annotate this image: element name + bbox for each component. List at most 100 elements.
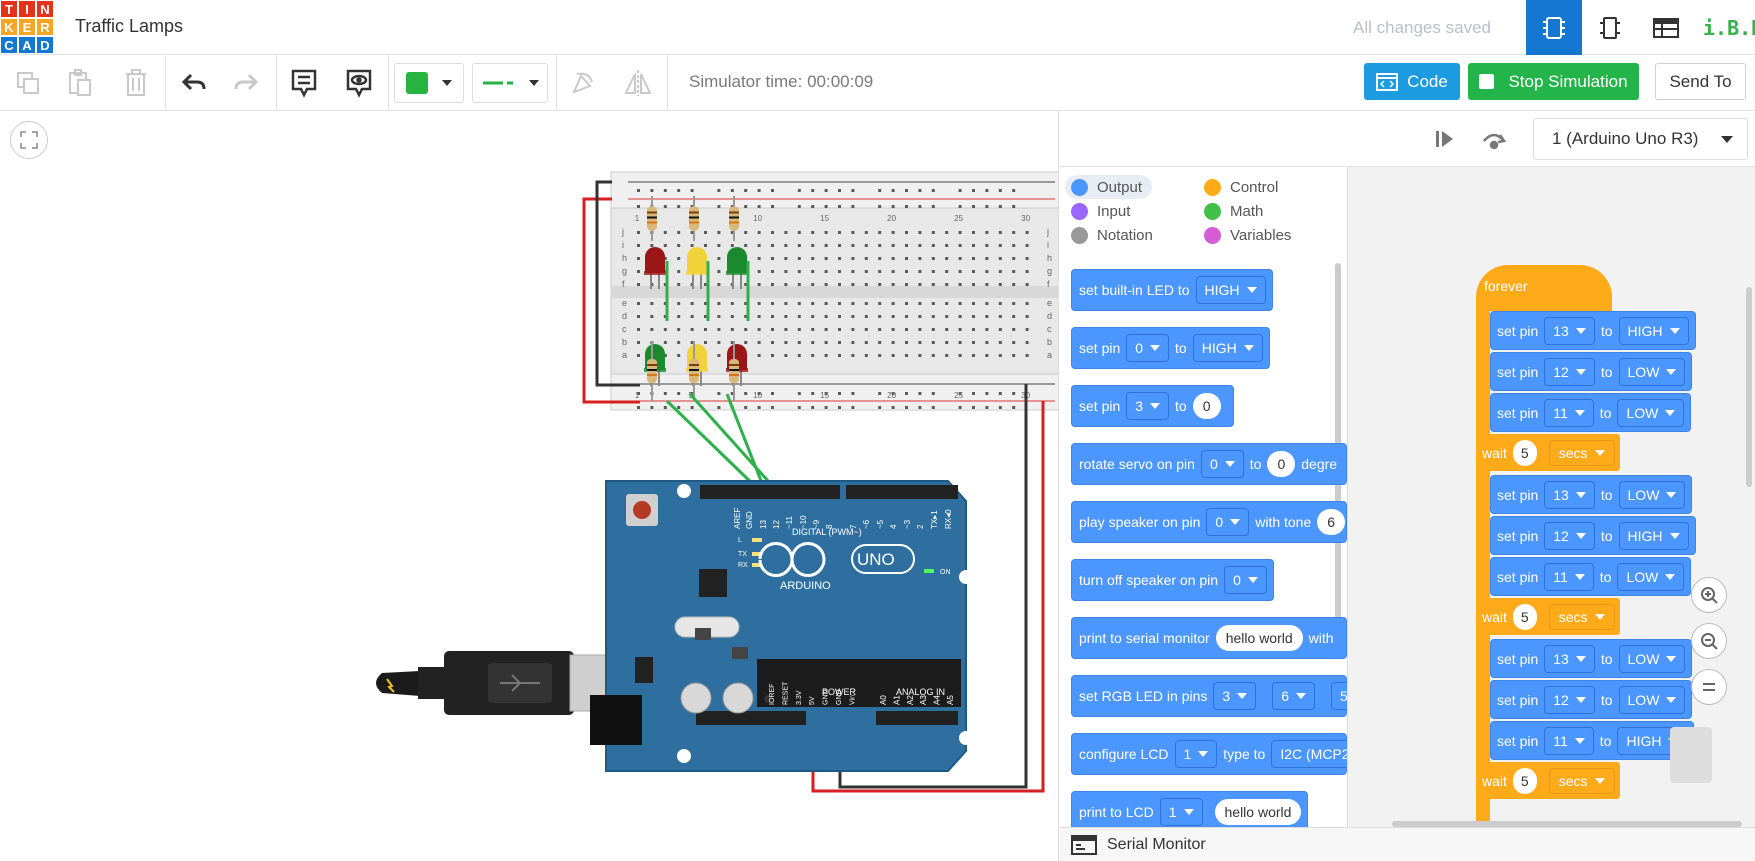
notes-icon[interactable] [286, 63, 322, 103]
workspace-wait-block[interactable]: wait 5 secs [1476, 598, 1620, 635]
code-button[interactable]: Code [1364, 63, 1460, 100]
circuit-canvas[interactable]: jjiihhggffeeddccbbaa11551010151520202525… [0, 111, 1058, 861]
redo-icon[interactable] [228, 63, 264, 103]
label-text: 25 [954, 391, 963, 400]
category-input[interactable]: Input [1065, 199, 1140, 223]
workspace-set-pin-block[interactable]: set pin 11 to LOW [1490, 393, 1692, 432]
breadboard-hole [985, 205, 989, 208]
breadboard-hole [663, 392, 667, 395]
breadboard-hole [1012, 341, 1016, 344]
workspace-set-pin-block[interactable]: set pin 13 to LOW [1490, 475, 1693, 514]
delete-icon[interactable] [118, 63, 154, 103]
block-set-rgb-led[interactable]: set RGB LED in pins 3 6 5 [1071, 675, 1347, 717]
breadboard-hole [717, 328, 721, 331]
breadboard-hole [797, 257, 801, 260]
circuit-view-icon[interactable] [1526, 0, 1582, 55]
debug-icon[interactable] [1481, 127, 1507, 151]
breadboard-hole [637, 302, 640, 305]
code-workspace[interactable]: forever set pin 13 to HIGH set pin 12 to LOW set… [1347, 167, 1755, 827]
zoom-out-icon[interactable] [1691, 623, 1727, 659]
breadboard-hole [637, 315, 640, 318]
label-text: j [1046, 227, 1049, 237]
breadboard-hole [891, 315, 895, 318]
block-set-pin[interactable]: set pin 0 to HIGH [1071, 327, 1270, 369]
board-pin-label: AREF [733, 508, 742, 529]
block-print-lcd[interactable]: print to LCD 1 hello world [1071, 791, 1309, 827]
breadboard-hole [784, 270, 788, 273]
usb-cable[interactable] [376, 651, 613, 715]
block-rotate-servo[interactable]: rotate servo on pin 0 to 0 degre [1071, 443, 1347, 485]
user-avatar-icon[interactable]: i.B.H [1700, 0, 1755, 55]
category-math[interactable]: Math [1198, 199, 1273, 223]
breadboard-hole [838, 231, 841, 234]
breadboard[interactable]: jjiihhggffeeddccbbaa11551010151520202525… [610, 171, 1058, 411]
breadboard-hole [663, 189, 667, 192]
breadboard-hole [878, 205, 882, 208]
serial-monitor-bar[interactable]: Serial Monitor [1059, 827, 1755, 861]
breadboard-hole [931, 244, 935, 247]
breadboard-hole [797, 283, 801, 286]
notes-visibility-icon[interactable] [341, 63, 377, 103]
block-set-builtin-led[interactable]: set built-in LED to HIGH [1071, 269, 1273, 311]
board-pin-label: 2 [916, 524, 925, 529]
forever-block[interactable]: forever [1476, 265, 1612, 311]
workspace-set-pin-block[interactable]: set pin 12 to LOW [1490, 352, 1693, 391]
zoom-in-icon[interactable] [1691, 577, 1727, 613]
breadboard-hole [677, 315, 681, 318]
breadboard-hole [931, 283, 935, 286]
workspace-scrollbar[interactable] [1746, 287, 1752, 487]
workspace-set-pin-block[interactable]: set pin 11 to LOW [1490, 557, 1692, 596]
fill-color-picker[interactable] [394, 63, 464, 103]
breadboard-hole [945, 302, 949, 305]
send-to-button[interactable]: Send To [1655, 63, 1746, 100]
zoom-reset-icon[interactable] [1691, 669, 1727, 705]
label-text: 20 [887, 214, 896, 223]
mirror-icon[interactable] [620, 63, 656, 103]
breadboard-hole [663, 231, 667, 234]
rotate-icon[interactable] [564, 63, 600, 103]
label-text: b [622, 337, 627, 347]
category-variables[interactable]: Variables [1198, 223, 1301, 247]
category-output[interactable]: Output [1065, 175, 1153, 199]
breadboard-hole [1025, 283, 1029, 286]
workspace-set-pin-block[interactable]: set pin 13 to HIGH [1490, 311, 1696, 350]
workspace-set-pin-block[interactable]: set pin 12 to LOW [1490, 680, 1693, 719]
breadboard-hole [838, 205, 841, 208]
arduino-uno-board[interactable] [590, 480, 973, 772]
board-pin-label: ~6 [862, 519, 871, 529]
wire-style-picker[interactable] [472, 63, 548, 103]
project-title[interactable]: Traffic Lamps [75, 16, 183, 37]
category-notation[interactable]: Notation [1065, 223, 1163, 247]
workspace-set-pin-block[interactable]: set pin 13 to LOW [1490, 639, 1693, 678]
copy-icon[interactable] [10, 63, 46, 103]
workspace-set-pin-block[interactable]: set pin 12 to HIGH [1490, 516, 1696, 555]
block-set-pin-analog[interactable]: set pin 3 to 0 [1071, 385, 1234, 427]
breadboard-hole [757, 315, 761, 318]
block-configure-lcd[interactable]: configure LCD 1 type to I2C (MCP2 [1071, 733, 1347, 775]
block-print-serial[interactable]: print to serial monitor hello world with [1071, 617, 1347, 659]
block-turn-off-speaker[interactable]: turn off speaker on pin 0 [1071, 559, 1274, 601]
breadboard-hole [891, 244, 895, 247]
paste-icon[interactable] [62, 63, 98, 103]
label-text: ARDUINO [780, 580, 831, 592]
workspace-wait-block[interactable]: wait 5 secs [1476, 762, 1620, 799]
breadboard-hole [824, 341, 828, 344]
stop-simulation-button[interactable]: Stop Simulation [1468, 63, 1639, 100]
breadboard-hole [771, 302, 774, 305]
breadboard-hole [771, 328, 774, 331]
trash-can-icon[interactable] [1670, 727, 1712, 783]
device-select[interactable]: 1 (Arduino Uno R3) [1533, 118, 1748, 160]
component-list-icon[interactable] [1582, 0, 1638, 55]
table-view-icon[interactable] [1638, 0, 1694, 55]
tinkercad-logo[interactable]: TIN KER CAD [0, 0, 54, 54]
block-play-speaker[interactable]: play speaker on pin 0 with tone 6 [1071, 501, 1347, 543]
workspace-wait-block[interactable]: wait 5 secs [1476, 434, 1620, 471]
breadboard-hole [637, 270, 640, 273]
breadboard-hole [851, 354, 855, 357]
undo-icon[interactable] [176, 63, 212, 103]
simulator-time: Simulator time: 00:00:09 [689, 72, 874, 91]
workspace-set-pin-block[interactable]: set pin 11 to HIGH [1490, 721, 1695, 760]
step-over-icon[interactable] [1433, 127, 1457, 151]
category-control[interactable]: Control [1198, 175, 1288, 199]
logo-letter: E [19, 19, 35, 35]
